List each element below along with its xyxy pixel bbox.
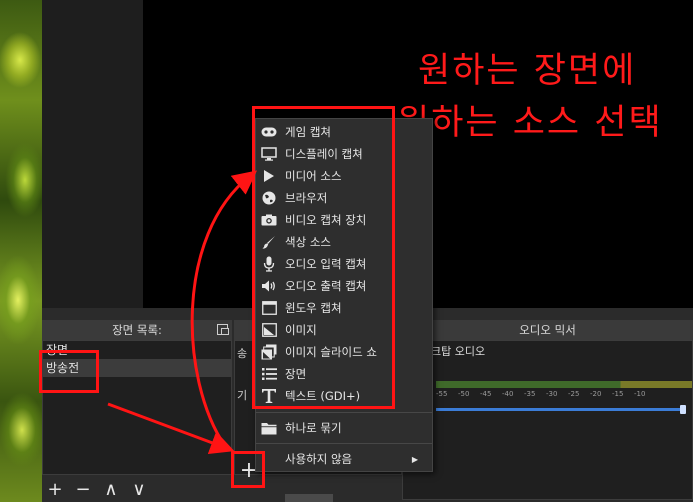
meter-ticks: -55 -50 -45 -40 -35 -30 -25 -20 -15 -10 bbox=[436, 390, 692, 404]
meter-tick: -15 bbox=[612, 390, 624, 398]
scenes-dock: 장면 목록: 장면 방송전 + − ∧ ∨ bbox=[42, 320, 232, 502]
background-artwork bbox=[0, 0, 42, 502]
menu-item-deprecated[interactable]: 사용하지 않음 ▶ bbox=[256, 448, 432, 470]
submenu-arrow-icon: ▶ bbox=[411, 454, 418, 464]
audio-mixer-title: 오디오 믹서 bbox=[402, 320, 693, 340]
scenes-dock-title-text: 장면 목록: bbox=[112, 323, 162, 337]
meter-tick: -40 bbox=[502, 390, 514, 398]
preview-margin bbox=[42, 0, 143, 308]
meter-tick: -25 bbox=[568, 390, 580, 398]
add-scene-button[interactable]: + bbox=[46, 481, 64, 499]
move-scene-down-button[interactable]: ∨ bbox=[130, 481, 148, 499]
volume-meter bbox=[436, 381, 692, 388]
volume-slider[interactable] bbox=[436, 405, 686, 414]
meter-tick: -50 bbox=[458, 390, 470, 398]
meter-tick: -35 bbox=[524, 390, 536, 398]
instruction-line-1: 원하는 장면에 bbox=[418, 51, 637, 91]
audio-mixer-body: 크탑 오디오 -55 -50 -45 -40 -35 -30 -25 -20 -… bbox=[402, 340, 693, 500]
remove-scene-button[interactable]: − bbox=[74, 481, 92, 499]
undock-icon[interactable] bbox=[217, 324, 229, 335]
scenes-toolbar: + − ∧ ∨ bbox=[42, 478, 148, 502]
source-item-fragment: 기 bbox=[237, 389, 248, 402]
meter-tick: -10 bbox=[634, 390, 646, 398]
menu-item-group[interactable]: 하나로 묶기 bbox=[256, 417, 432, 439]
highlight-box-scene bbox=[39, 350, 99, 393]
menu-separator bbox=[256, 412, 432, 413]
menu-item-label: 하나로 묶기 bbox=[285, 421, 342, 435]
instruction-line-2: 원하는 소스 선택 bbox=[397, 103, 663, 143]
highlight-box-add-button bbox=[231, 451, 265, 488]
meter-tick: -45 bbox=[480, 390, 492, 398]
volume-slider-handle[interactable] bbox=[680, 405, 686, 414]
menu-item-label: 사용하지 않음 bbox=[285, 452, 353, 466]
meter-tick: -30 bbox=[546, 390, 558, 398]
menu-separator bbox=[256, 443, 432, 444]
audio-channel-label: 크탑 오디오 bbox=[431, 345, 486, 358]
scenes-dock-title: 장면 목록: bbox=[42, 320, 232, 340]
highlight-box-menu bbox=[252, 106, 395, 409]
folder-icon bbox=[261, 420, 277, 436]
meter-tick: -55 bbox=[436, 390, 448, 398]
source-item-fragment: 송 bbox=[237, 347, 248, 360]
meter-tick: -20 bbox=[590, 390, 602, 398]
resize-handle[interactable] bbox=[285, 494, 333, 502]
audio-mixer-dock: 오디오 믹서 크탑 오디오 -55 -50 -45 -40 -35 -30 -2… bbox=[402, 320, 693, 502]
move-scene-up-button[interactable]: ∧ bbox=[102, 481, 120, 499]
